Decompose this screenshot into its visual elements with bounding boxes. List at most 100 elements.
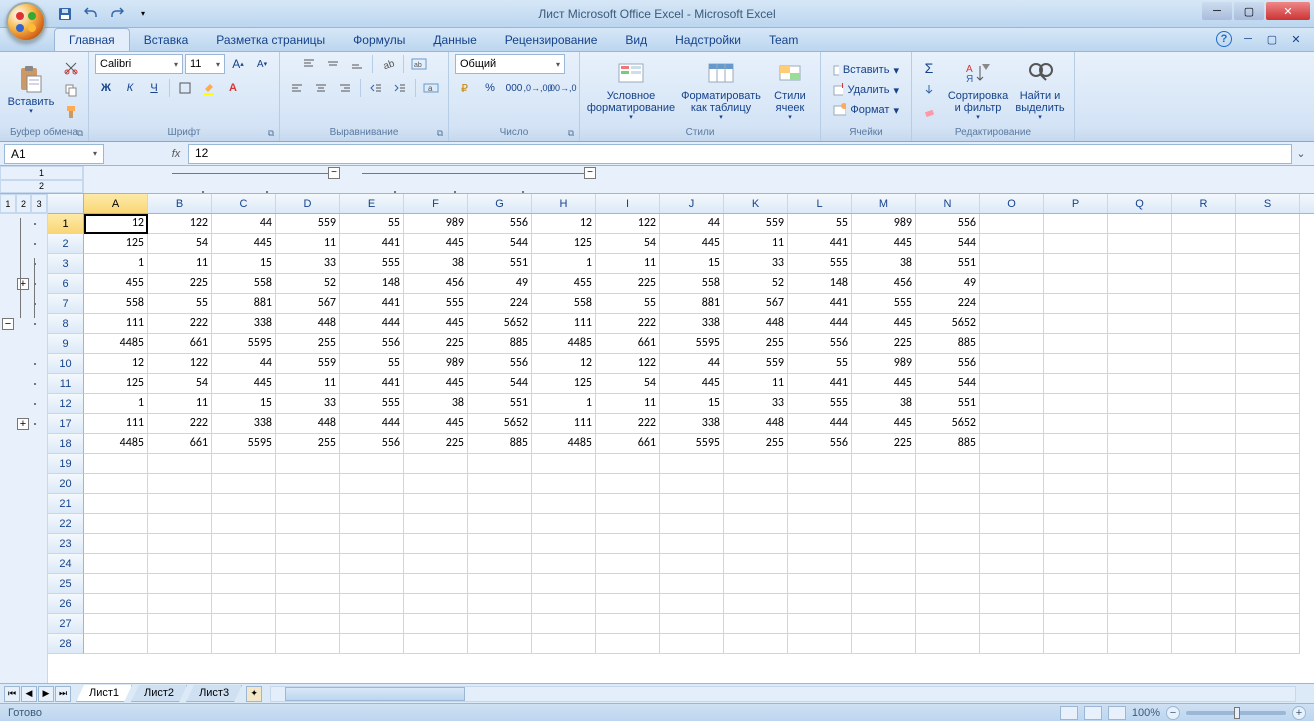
col-outline-level-2[interactable]: 2 (0, 180, 83, 194)
cell[interactable]: 445 (660, 374, 724, 394)
wrap-text-icon[interactable]: ab (408, 54, 430, 74)
qat-customize-icon[interactable]: ▾ (132, 3, 154, 25)
cell[interactable] (1172, 474, 1236, 494)
cell[interactable] (1108, 634, 1172, 654)
cell[interactable] (980, 374, 1044, 394)
cell[interactable]: 881 (660, 294, 724, 314)
cell[interactable] (1172, 294, 1236, 314)
autosum-icon[interactable]: Σ (918, 58, 940, 78)
cell[interactable] (788, 474, 852, 494)
new-sheet-icon[interactable]: ✦ (246, 686, 262, 702)
cell[interactable]: 125 (84, 234, 148, 254)
cell[interactable] (596, 574, 660, 594)
cell[interactable] (404, 574, 468, 594)
cell[interactable] (980, 274, 1044, 294)
decrease-indent-icon[interactable] (365, 78, 387, 98)
save-icon[interactable] (54, 3, 76, 25)
format-cells-button[interactable]: Формат ▾ (827, 101, 905, 119)
cell[interactable] (468, 514, 532, 534)
cell[interactable] (404, 614, 468, 634)
cell[interactable] (980, 514, 1044, 534)
cell[interactable] (212, 474, 276, 494)
cell[interactable]: 444 (788, 414, 852, 434)
cell[interactable]: 441 (788, 294, 852, 314)
cell[interactable] (532, 474, 596, 494)
cell[interactable] (788, 574, 852, 594)
cell[interactable] (148, 614, 212, 634)
cell[interactable]: 11 (724, 374, 788, 394)
cell[interactable]: 445 (852, 234, 916, 254)
maximize-button[interactable]: ▢ (1234, 2, 1264, 20)
cell[interactable] (1236, 254, 1300, 274)
cell[interactable] (660, 554, 724, 574)
cell[interactable] (1236, 314, 1300, 334)
cell[interactable] (1172, 234, 1236, 254)
cell[interactable] (1172, 274, 1236, 294)
cell[interactable] (980, 314, 1044, 334)
cell[interactable] (148, 454, 212, 474)
column-header[interactable]: I (596, 194, 660, 213)
column-header[interactable]: M (852, 194, 916, 213)
cell[interactable]: 448 (724, 314, 788, 334)
cell[interactable] (852, 614, 916, 634)
cell[interactable]: 255 (276, 434, 340, 454)
cell[interactable] (724, 534, 788, 554)
cell[interactable]: 558 (660, 274, 724, 294)
row-header[interactable]: 10 (48, 354, 84, 374)
cell[interactable]: 148 (788, 274, 852, 294)
cell[interactable] (1236, 214, 1300, 234)
cell[interactable] (1108, 314, 1172, 334)
cell[interactable] (1236, 594, 1300, 614)
underline-button[interactable]: Ч (143, 78, 165, 98)
cell[interactable]: 49 (916, 274, 980, 294)
cell[interactable] (1172, 394, 1236, 414)
cell[interactable] (660, 514, 724, 534)
cell[interactable] (1108, 334, 1172, 354)
cell[interactable] (340, 634, 404, 654)
cell[interactable] (468, 494, 532, 514)
cell[interactable] (852, 494, 916, 514)
cell[interactable]: 44 (660, 214, 724, 234)
cell[interactable] (724, 514, 788, 534)
cell[interactable]: 661 (596, 334, 660, 354)
column-header[interactable]: K (724, 194, 788, 213)
cell-styles-button[interactable]: Стили ячеек▾ (766, 57, 814, 123)
cell[interactable]: 559 (276, 354, 340, 374)
cell[interactable] (404, 474, 468, 494)
number-format-combo[interactable]: Общий▾ (455, 54, 565, 74)
row-header[interactable]: 28 (48, 634, 84, 654)
cell[interactable]: 338 (660, 314, 724, 334)
close-button[interactable]: ✕ (1266, 2, 1310, 20)
orientation-icon[interactable]: ab (377, 54, 399, 74)
cell[interactable] (1044, 434, 1108, 454)
cell[interactable] (468, 614, 532, 634)
cell[interactable] (852, 534, 916, 554)
cell[interactable] (276, 534, 340, 554)
column-header[interactable]: Q (1108, 194, 1172, 213)
cell[interactable] (148, 514, 212, 534)
cell[interactable] (84, 474, 148, 494)
cell[interactable] (340, 574, 404, 594)
cell[interactable] (788, 634, 852, 654)
cell[interactable] (980, 474, 1044, 494)
cell[interactable] (596, 534, 660, 554)
cell[interactable] (84, 634, 148, 654)
cell[interactable]: 44 (212, 354, 276, 374)
cell[interactable] (212, 454, 276, 474)
cell[interactable]: 885 (916, 434, 980, 454)
select-all-corner[interactable] (48, 194, 84, 214)
column-group-collapse[interactable]: − (328, 167, 340, 179)
cell[interactable]: 445 (404, 414, 468, 434)
delete-cells-button[interactable]: Удалить ▾ (827, 81, 905, 99)
align-middle-icon[interactable] (322, 54, 344, 74)
cell[interactable] (916, 634, 980, 654)
cell[interactable] (980, 594, 1044, 614)
row-header[interactable]: 18 (48, 434, 84, 454)
restore-window-icon[interactable]: ▢ (1264, 31, 1280, 47)
cell[interactable] (980, 354, 1044, 374)
sheet-tab[interactable]: Лист1 (76, 685, 132, 702)
cell[interactable] (468, 554, 532, 574)
cell[interactable]: 551 (468, 254, 532, 274)
cell[interactable] (788, 594, 852, 614)
cell[interactable]: 222 (596, 314, 660, 334)
